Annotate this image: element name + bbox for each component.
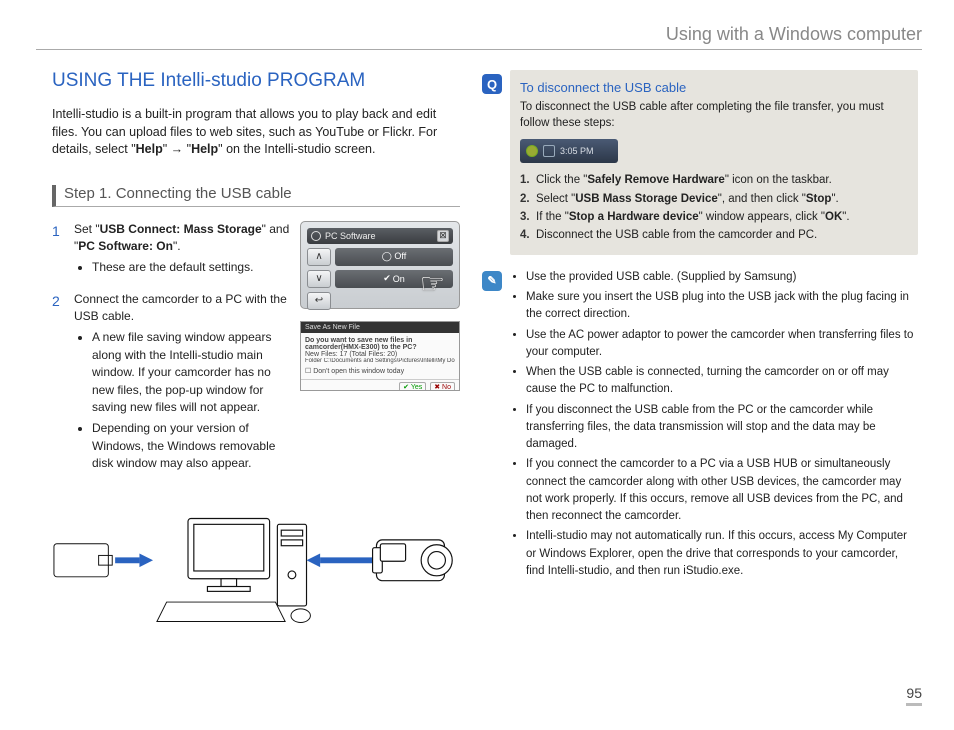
step-1-heading: Step 1. Connecting the USB cable: [52, 185, 460, 207]
note-item: If you connect the camcorder to a PC via…: [526, 456, 918, 525]
right-column: Q To disconnect the USB cable To disconn…: [488, 70, 918, 635]
help-label: Help: [136, 142, 163, 156]
gear-icon: [311, 231, 321, 241]
disconnect-title: To disconnect the USB cable: [520, 80, 908, 95]
page-section-header: Using with a Windows computer: [36, 24, 922, 50]
intro-paragraph: Intelli-studio is a built-in program tha…: [52, 106, 460, 159]
note-item: Use the provided USB cable. (Supplied by…: [526, 269, 918, 286]
disconnect-steps-list: Click the "Safely Remove Hardware" icon …: [520, 171, 908, 245]
usb-connect-setting: USB Connect: Mass Storage: [100, 222, 262, 236]
step-note: Depending on your version of Windows, th…: [92, 420, 290, 472]
tray-icon: [543, 145, 555, 157]
pc-software-menu-thumbnail: PC Software ⊠ ∧ ◯ Off ∨ ✔ On ↩ ☞: [300, 221, 460, 309]
disconnect-step: Click the "Safely Remove Hardware" icon …: [520, 171, 908, 189]
pc-software-label: PC Software: [325, 231, 376, 241]
step-number: 2: [52, 291, 64, 477]
disconnect-step: If the "Stop a Hardware device" window a…: [520, 208, 908, 226]
step-note: A new file saving window appears along w…: [92, 329, 290, 416]
hand-pointer-icon: ☞: [420, 267, 445, 300]
down-button-icon: ∨: [307, 270, 331, 288]
save-dialog-thumbnail: Save As New File Do you want to save new…: [300, 321, 460, 391]
note-item: Intelli-studio may not automatically run…: [526, 528, 918, 580]
dialog-title: Save As New File: [301, 322, 459, 333]
disconnect-step: Disconnect the USB cable from the camcor…: [520, 226, 908, 244]
notes-callout: ✎ Use the provided USB cable. (Supplied …: [510, 269, 918, 580]
help-label: Help: [191, 142, 218, 156]
note-item: If you disconnect the USB cable from the…: [526, 402, 918, 454]
left-column: USING THE Intelli-studio PROGRAM Intelli…: [52, 70, 460, 635]
off-option: ◯ Off: [335, 248, 453, 266]
page-number: 95: [906, 685, 922, 706]
return-button-icon: ↩: [307, 292, 331, 310]
clock-time: 3:05 PM: [560, 146, 594, 156]
safely-remove-icon: [526, 145, 538, 157]
pc-software-setting: PC Software: On: [78, 239, 173, 253]
note-item: When the USB cable is connected, turning…: [526, 364, 918, 399]
notes-list: Use the provided USB cable. (Supplied by…: [526, 269, 918, 580]
close-icon: ⊠: [437, 230, 449, 242]
up-button-icon: ∧: [307, 248, 331, 266]
note-icon: ✎: [482, 271, 502, 291]
taskbar-thumbnail: 3:05 PM: [520, 139, 618, 163]
disconnect-step: Select "USB Mass Storage Device", and th…: [520, 190, 908, 208]
connection-diagram: [52, 505, 460, 635]
note-item: Make sure you insert the USB plug into t…: [526, 289, 918, 324]
step-number: 1: [52, 221, 64, 281]
disconnect-callout: Q To disconnect the USB cable To disconn…: [510, 70, 918, 255]
step-text: Connect the camcorder to a PC with the U…: [74, 292, 287, 323]
disconnect-desc: To disconnect the USB cable after comple…: [520, 99, 908, 131]
note-item: Use the AC power adaptor to power the ca…: [526, 327, 918, 362]
info-icon: Q: [482, 74, 502, 94]
step-note: These are the default settings.: [92, 259, 290, 276]
main-title: USING THE Intelli-studio PROGRAM: [52, 70, 460, 92]
